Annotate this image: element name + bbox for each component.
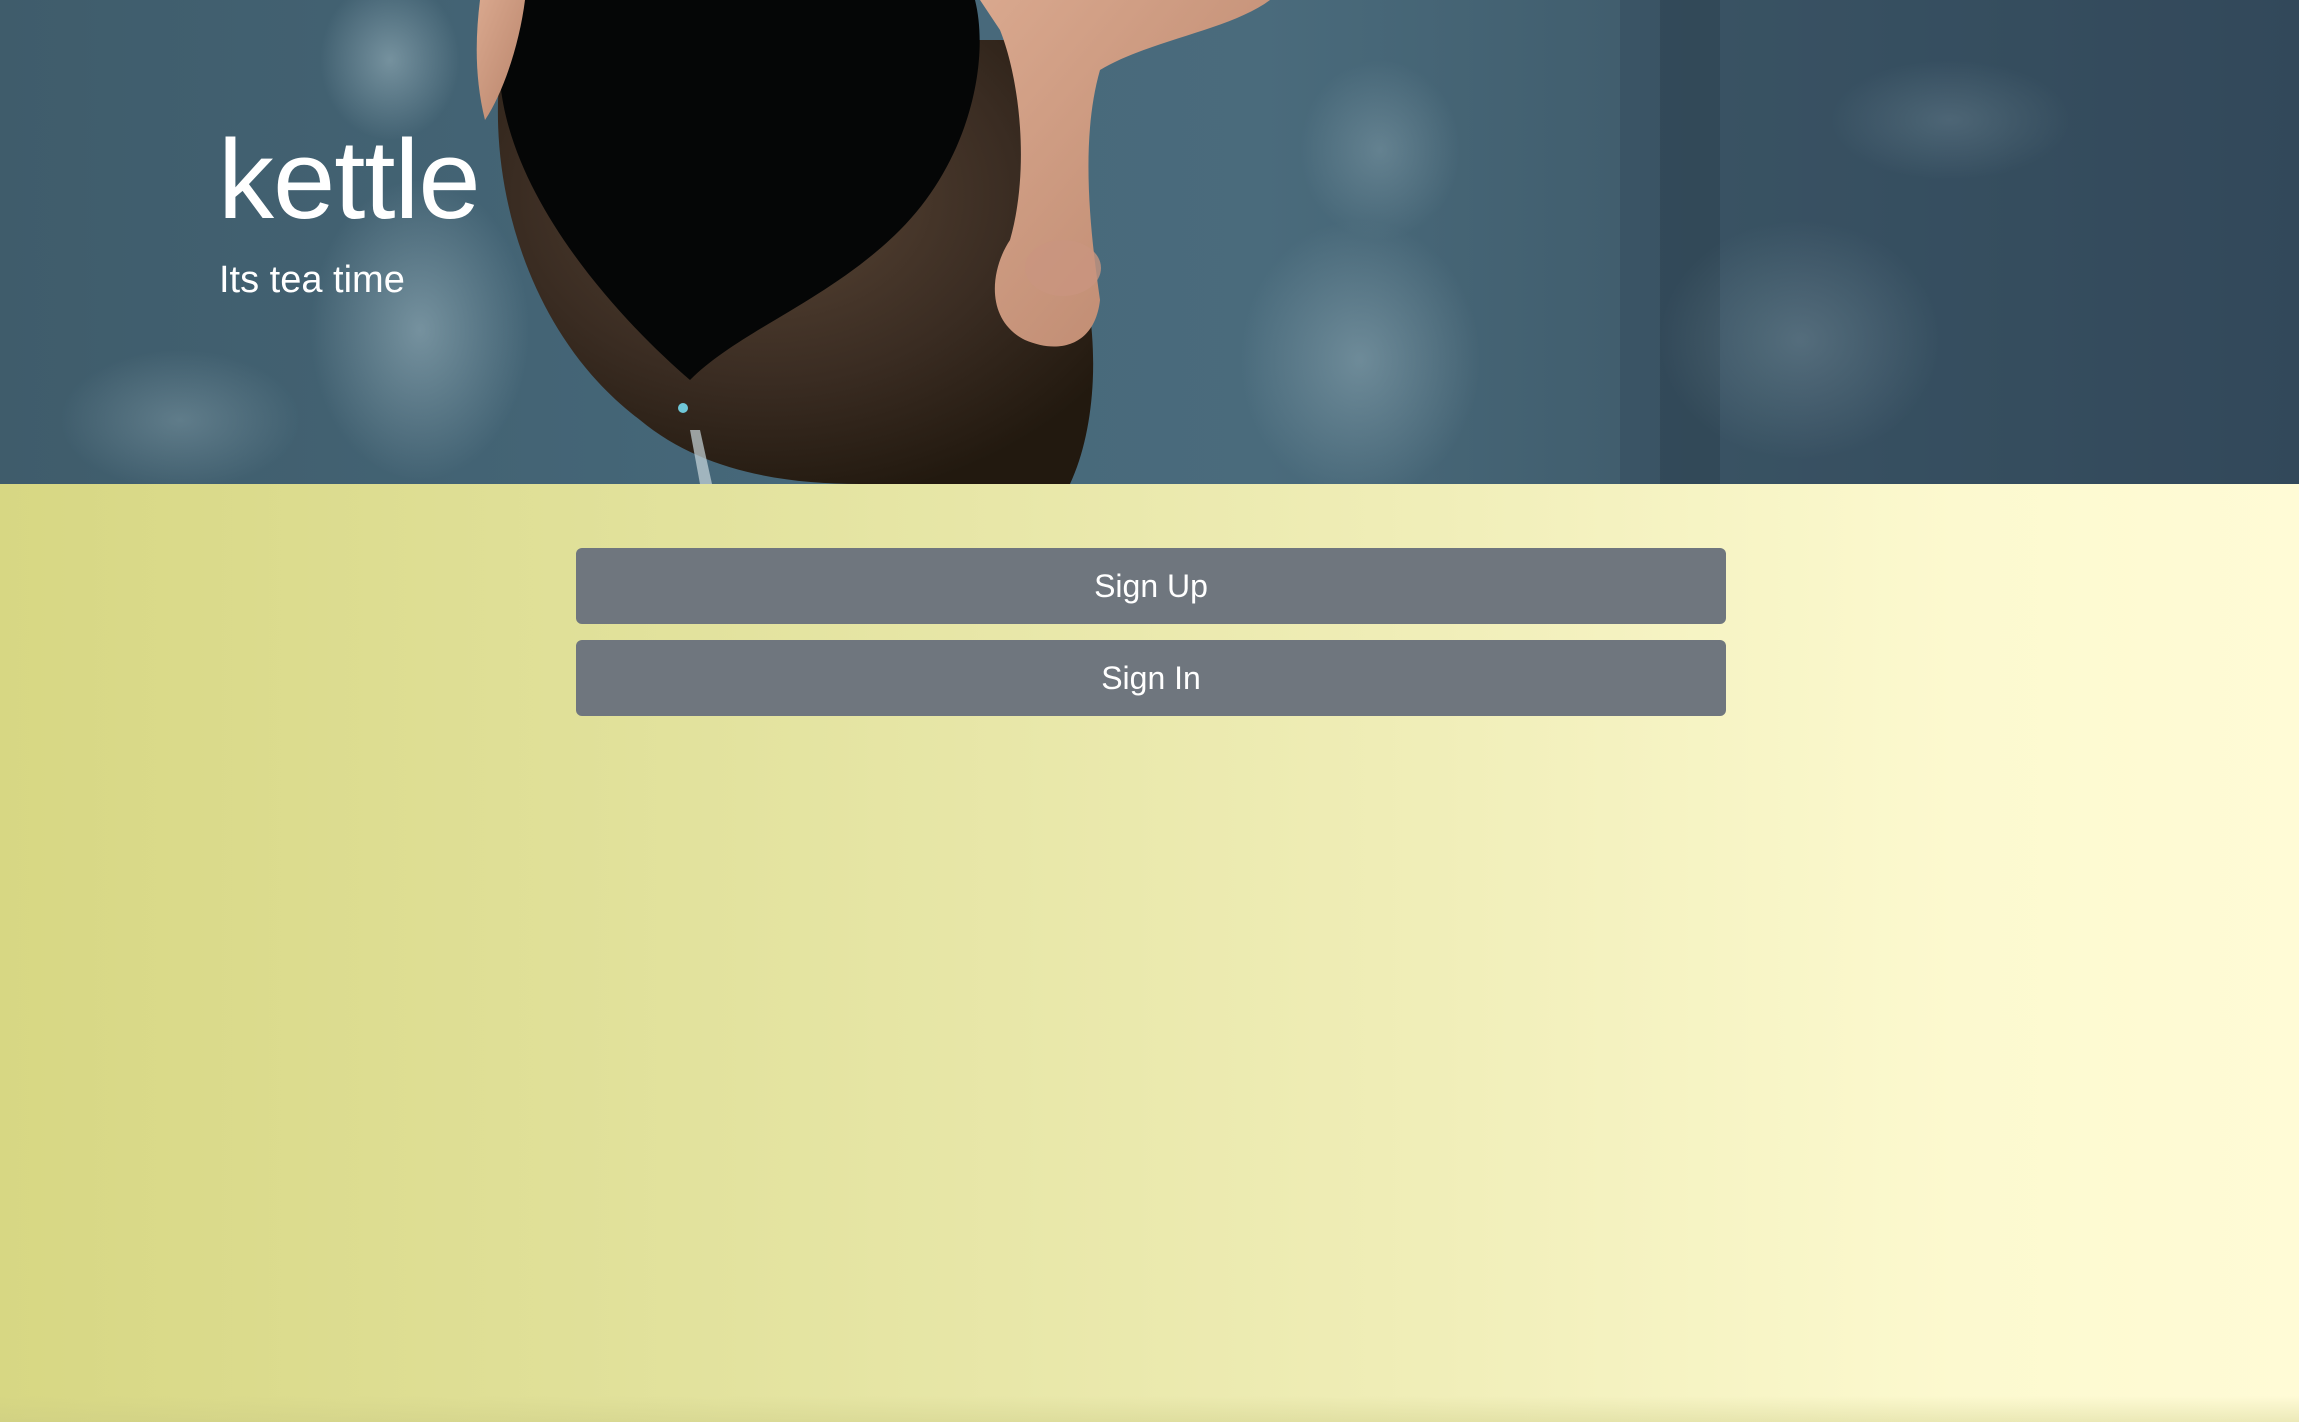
sign-up-button[interactable]: Sign Up: [576, 548, 1726, 624]
auth-actions: Sign Up Sign In: [576, 548, 1726, 732]
hero-tea-pouring-image: [60, 0, 2299, 484]
sign-in-button[interactable]: Sign In: [576, 640, 1726, 716]
bottom-edge-shadow: [0, 1396, 2299, 1422]
app-tagline: Its tea time: [219, 259, 405, 301]
hero-banner: kettle Its tea time: [0, 0, 2299, 484]
app-title: kettle: [218, 117, 481, 242]
